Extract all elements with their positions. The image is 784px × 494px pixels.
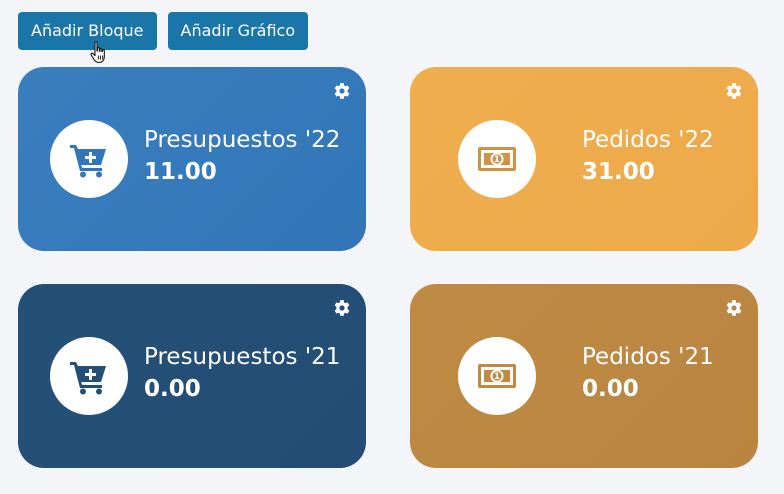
add-block-button[interactable]: Añadir Bloque <box>18 12 157 50</box>
icon-badge: 1 <box>458 337 536 415</box>
dashboard: Añadir Bloque Añadir Gráfico Presupuesto… <box>0 0 784 494</box>
stat-text: Presupuestos '21 0.00 <box>144 342 340 406</box>
svg-text:1: 1 <box>494 155 500 165</box>
stat-value: 31.00 <box>582 159 655 185</box>
stat-card-pedidos-22: 1 Pedidos '22 31.00 <box>410 67 758 251</box>
stat-text: Pedidos '22 31.00 <box>582 125 714 189</box>
gear-icon[interactable] <box>333 299 351 317</box>
money-bill-icon: 1 <box>478 364 516 388</box>
stat-value: 11.00 <box>144 159 217 185</box>
icon-badge: 1 <box>458 120 536 198</box>
gear-icon[interactable] <box>725 299 743 317</box>
add-chart-button[interactable]: Añadir Gráfico <box>167 12 309 50</box>
stat-card-pedidos-21: 1 Pedidos '21 0.00 <box>410 284 758 468</box>
stat-title: Pedidos '21 <box>582 344 714 370</box>
stat-title: Pedidos '22 <box>582 127 714 153</box>
svg-text:1: 1 <box>494 372 500 382</box>
gear-icon[interactable] <box>333 82 351 100</box>
money-bill-icon: 1 <box>478 147 516 171</box>
stat-text: Presupuestos '22 11.00 <box>144 125 340 189</box>
stat-text: Pedidos '21 0.00 <box>582 342 714 406</box>
cart-plus-icon <box>70 362 106 395</box>
hand-pointer-icon <box>90 40 105 64</box>
stat-title: Presupuestos '21 <box>144 344 341 370</box>
icon-badge <box>50 120 128 198</box>
icon-badge <box>50 337 128 415</box>
cart-plus-icon <box>70 145 106 178</box>
stat-title: Presupuestos '22 <box>144 127 341 153</box>
stat-card-presupuestos-21: Presupuestos '21 0.00 <box>18 284 366 468</box>
gear-icon[interactable] <box>725 82 743 100</box>
stat-value: 0.00 <box>582 376 639 402</box>
toolbar: Añadir Bloque Añadir Gráfico <box>18 12 309 50</box>
stat-value: 0.00 <box>144 376 201 402</box>
stat-card-presupuestos-22: Presupuestos '22 11.00 <box>18 67 366 251</box>
